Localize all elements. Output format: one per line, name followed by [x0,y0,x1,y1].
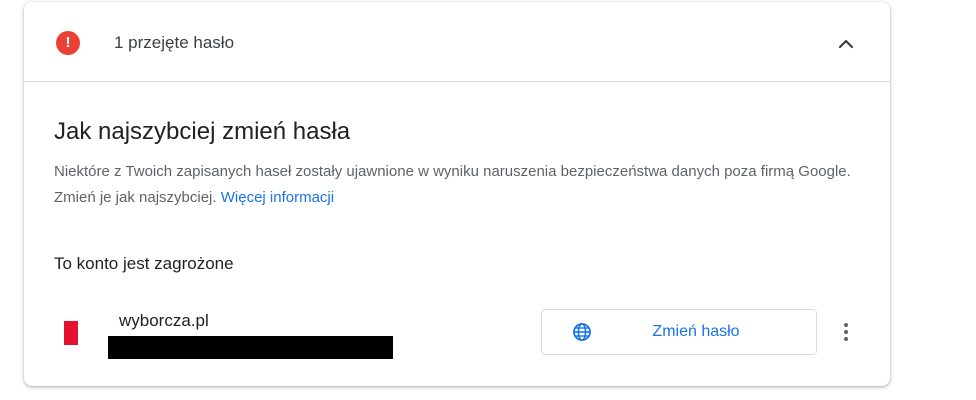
change-password-button[interactable]: Zmień hasło [541,309,817,355]
account-at-risk-heading: To konto jest zagrożone [54,254,234,273]
more-vert-icon[interactable] [836,320,856,344]
more-dot [844,337,848,341]
change-password-label: Zmień hasło [652,323,740,340]
section-description: Niektóre z Twoich zapisanych haseł zosta… [54,159,874,211]
card-header[interactable]: ! 1 przejęte hasło [24,2,890,82]
section-title: Jak najszybciej zmień hasła [54,118,351,145]
compromised-count-title: 1 przejęte hasło [114,33,235,52]
alert-circle-icon: ! [56,31,80,55]
learn-more-link[interactable]: Więcej informacji [221,189,334,206]
chevron-up-icon[interactable] [832,30,860,58]
compromised-passwords-card: ! 1 przejęte hasło Jak najszybciej zmień… [24,2,890,386]
more-dot [844,323,848,327]
site-favicon-icon [64,321,78,345]
description-text: Niektóre z Twoich zapisanych haseł zosta… [54,163,851,206]
redacted-username [108,336,393,359]
more-dot [844,330,848,334]
site-name: wyborcza.pl [119,311,209,330]
